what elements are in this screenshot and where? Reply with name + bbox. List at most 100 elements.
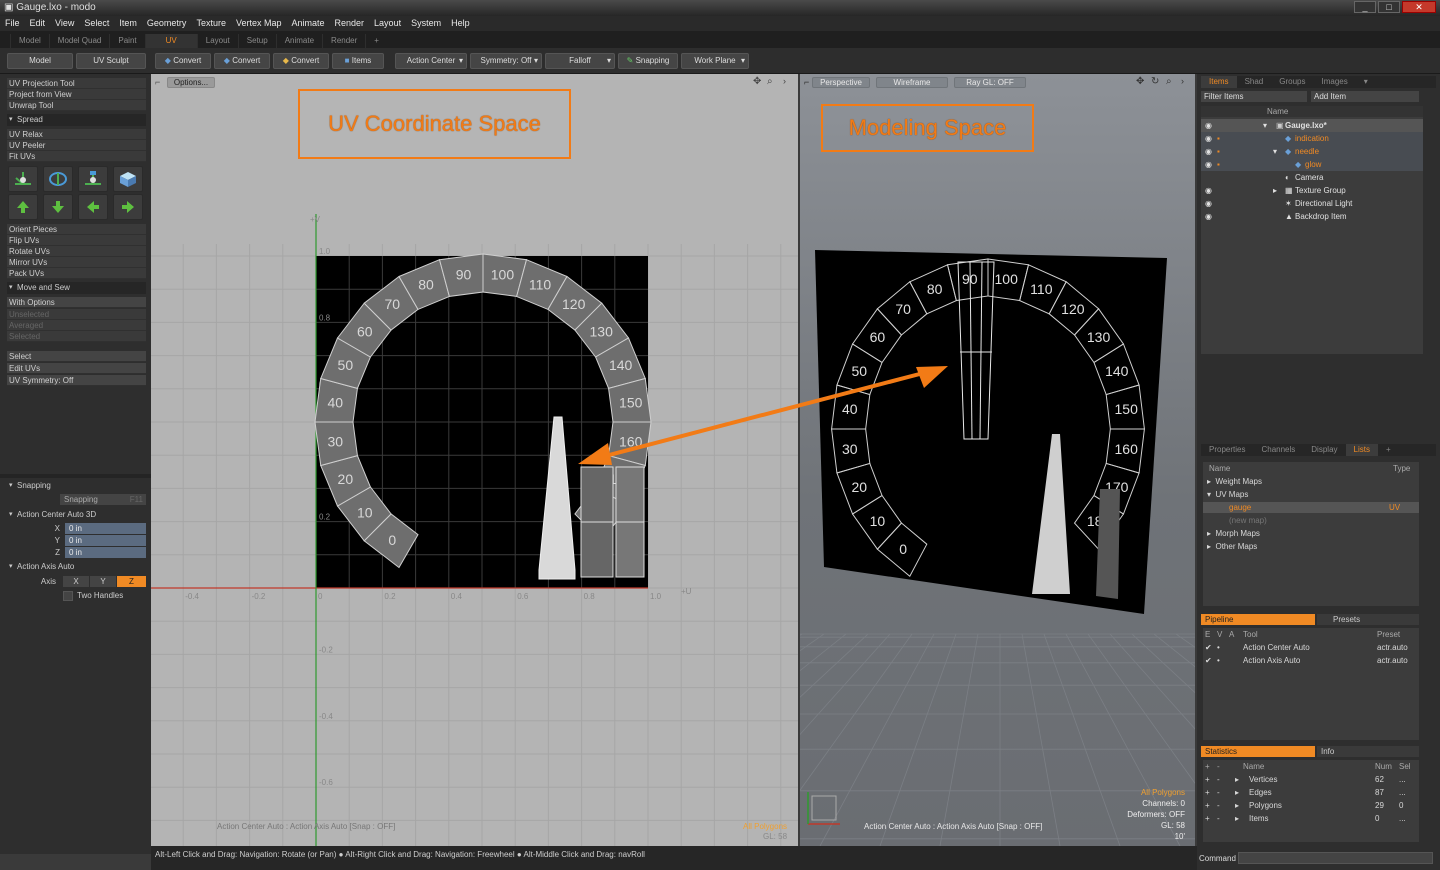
item-directional-light[interactable]: ◉ ✶ Directional Light [1201,197,1423,210]
remove-icon[interactable]: - [1217,788,1220,797]
align-left-button[interactable] [78,194,108,220]
item-needle[interactable]: ◉ ▪ ▾ ◆ needle [1201,145,1423,158]
axis-y-button[interactable]: Y [90,576,116,587]
action-center-dropdown[interactable]: Action Center [395,53,467,69]
eye-icon[interactable]: ◉ [1205,158,1212,171]
symmetry-dropdown[interactable]: Symmetry: Off [470,53,542,69]
tab-animate[interactable]: Animate [275,34,322,48]
enabled-check-icon[interactable]: ✔ [1205,656,1212,665]
expand-icon[interactable]: ▾ [1263,119,1267,132]
new-map-row[interactable]: (new map) [1229,516,1267,525]
eye-icon[interactable]: ◉ [1205,145,1212,158]
falloff-dropdown[interactable]: Falloff [545,53,615,69]
tab-lists[interactable]: Lists [1345,444,1378,456]
pipeline-row[interactable]: ✔ • Action Center Auto actr.auto [1203,643,1419,655]
expand-icon[interactable]: ▸ [1273,184,1277,197]
stat-row-items[interactable]: + - ▸ Items 0... [1203,814,1419,826]
snapping-toggle[interactable]: Snapping F11 [60,494,146,505]
add-icon[interactable]: + [1205,775,1210,784]
tab-more[interactable]: ▾ [1356,76,1376,88]
convert-button-3[interactable]: ◆ Convert [273,53,329,69]
menu-texture[interactable]: Texture [191,16,231,31]
menu-animate[interactable]: Animate [286,16,329,31]
add-icon[interactable]: + [1205,788,1210,797]
project-from-view[interactable]: Project from View [7,89,146,100]
expand-icon[interactable]: ▾ [1273,145,1277,158]
uv-scale-tool-button[interactable] [78,166,108,192]
eye-icon[interactable]: ◉ [1205,119,1212,132]
eye-icon[interactable]: ◉ [1205,132,1212,145]
tab-images[interactable]: Images [1313,76,1355,88]
expand-icon[interactable]: ▸ [1235,775,1239,784]
eye-icon[interactable]: ◉ [1205,197,1212,210]
statistics-tab[interactable]: Statistics [1201,746,1315,757]
select-dropdown[interactable]: Select [7,351,146,362]
menu-render[interactable]: Render [330,16,370,31]
uv-rotate-tool-button[interactable] [43,166,73,192]
add-item-dropdown[interactable]: Add Item [1311,91,1419,102]
edit-uvs-dropdown[interactable]: Edit UVs [7,363,146,374]
uv-map-gauge[interactable]: gauge UV [1203,502,1419,513]
item-gauge[interactable]: ◉ ▾ ▣ Gauge.lxo* [1201,119,1423,132]
item-backdrop[interactable]: ◉ ▲ Backdrop Item [1201,210,1423,223]
tab-model-quad[interactable]: Model Quad [48,34,110,48]
action-axis-header[interactable]: Action Axis Auto [7,561,146,573]
lock-icon[interactable]: ▪ [1217,132,1220,145]
snapping-header[interactable]: Snapping [7,480,146,492]
menu-vertex-map[interactable]: Vertex Map [231,16,287,31]
tab-uv[interactable]: UV [144,34,197,48]
lock-icon[interactable]: ▪ [1217,158,1220,171]
rotate-uvs[interactable]: Rotate UVs [7,246,146,257]
menu-help[interactable]: Help [446,16,475,31]
menu-select[interactable]: Select [79,16,114,31]
axis-x-button[interactable]: X [63,576,89,587]
menu-item[interactable]: Item [114,16,142,31]
minimize-button[interactable]: _ [1354,1,1376,13]
tab-model[interactable]: Model [10,34,49,48]
tab-shader[interactable]: Shad [1237,76,1272,88]
expand-icon[interactable]: ▸ [1235,814,1239,823]
tab-render[interactable]: Render [322,34,365,48]
orient-pieces[interactable]: Orient Pieces [7,224,146,235]
eye-icon[interactable]: ◉ [1205,210,1212,223]
add-icon[interactable]: + [1205,801,1210,810]
tab-items[interactable]: Items [1201,76,1237,88]
uv-peeler[interactable]: UV Peeler [7,140,146,151]
spread-header[interactable]: Spread [7,114,146,126]
items-button[interactable]: ■ Items [332,53,384,69]
uv-transform-tool-button[interactable] [113,166,143,192]
convert-button-1[interactable]: ◆ Convert [155,53,211,69]
remove-icon[interactable]: - [1217,801,1220,810]
mirror-uvs[interactable]: Mirror UVs [7,257,146,268]
item-glow[interactable]: ◉ ▪ ◆ glow [1201,158,1423,171]
menu-layout[interactable]: Layout [369,16,406,31]
uv-maps-row[interactable]: ▾ UV Maps [1207,490,1248,499]
uv-projection-tool[interactable]: UV Projection Tool [7,78,146,89]
x-field[interactable]: 0 in [65,523,146,534]
pipeline-tab[interactable]: Pipeline [1201,614,1315,625]
work-plane-dropdown[interactable]: Work Plane [681,53,749,69]
tab-properties[interactable]: Properties [1201,444,1253,456]
stat-row-polygons[interactable]: + - ▸ Polygons 29 0 [1203,801,1419,813]
align-right-button[interactable] [113,194,143,220]
eye-icon[interactable]: ◉ [1205,184,1212,197]
tab-add[interactable]: + [365,34,387,48]
tab-setup[interactable]: Setup [237,34,276,48]
tab-channels[interactable]: Channels [1253,444,1303,456]
weight-maps-row[interactable]: ▸ Weight Maps [1207,477,1262,486]
menu-system[interactable]: System [406,16,446,31]
menu-view[interactable]: View [50,16,79,31]
tab-display[interactable]: Display [1303,444,1345,456]
action-center-header[interactable]: Action Center Auto 3D [7,509,146,521]
uv-move-tool-button[interactable] [8,166,38,192]
command-input[interactable] [1238,852,1433,864]
filter-items-dropdown[interactable]: Filter Items [1201,91,1307,102]
remove-icon[interactable]: - [1217,775,1220,784]
tab-groups[interactable]: Groups [1271,76,1313,88]
add-icon[interactable]: + [1205,814,1210,823]
close-button[interactable]: ✕ [1402,1,1436,13]
tab-add[interactable]: + [1378,444,1399,456]
z-field[interactable]: 0 in [65,547,146,558]
unwrap-tool[interactable]: Unwrap Tool [7,100,146,111]
with-options-dropdown[interactable]: With Options [7,297,146,308]
